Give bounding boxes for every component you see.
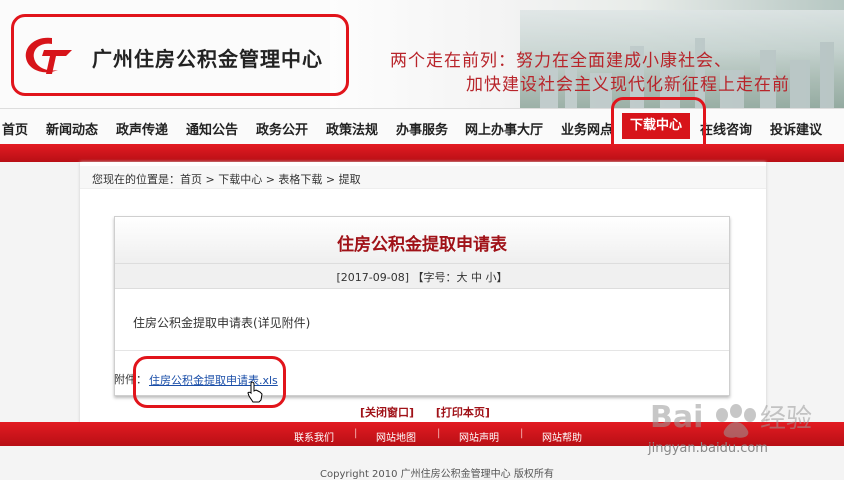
- nav-item-regulations[interactable]: 政策法规: [326, 119, 378, 138]
- svg-text:Bai: Bai: [650, 400, 703, 435]
- article-meta-bar: [2017-09-08] 【字号：大 中 小】: [115, 264, 729, 289]
- article-title: 住房公积金提取申请表: [337, 235, 507, 255]
- nav-item-complaints[interactable]: 投诉建议: [770, 119, 822, 138]
- main-nav: 首页 新闻动态 政声传递 通知公告 政务公开 政策法规 办事服务 网上办事大厅 …: [0, 108, 844, 145]
- nav-item-branches[interactable]: 业务网点: [561, 119, 613, 138]
- article-meta[interactable]: [2017-09-08] 【字号：大 中 小】: [115, 269, 729, 285]
- footer-link-help[interactable]: 网站帮助: [542, 429, 582, 444]
- slogan-line-1: 两个走在前列：努力在全面建成小康社会、: [390, 51, 732, 71]
- breadcrumb: 您现在的位置是：首页 > 下载中心 > 表格下载 > 提取: [80, 166, 766, 189]
- footer-separator: |: [437, 428, 441, 439]
- nav-item-services[interactable]: 办事服务: [396, 119, 448, 138]
- article-body: 住房公积金提取申请表(详见附件): [133, 316, 311, 330]
- nav-red-bar: [0, 144, 844, 162]
- attachment-divider: [115, 350, 729, 351]
- nav-item-online-hall[interactable]: 网上办事大厅: [465, 119, 543, 138]
- footer-link-statement[interactable]: 网站声明: [459, 429, 499, 444]
- baidu-watermark-url: jingyan.baidu.com: [648, 441, 768, 456]
- nav-item-consult[interactable]: 在线咨询: [700, 119, 752, 138]
- mouse-pointer-icon: [247, 381, 263, 403]
- nav-item-notices[interactable]: 通知公告: [186, 119, 238, 138]
- svg-text:经验: 经验: [760, 404, 812, 434]
- footer-link-contact[interactable]: 联系我们: [294, 429, 334, 444]
- nav-item-policy-voice[interactable]: 政声传递: [116, 119, 168, 138]
- article-title-bar: 住房公积金提取申请表: [115, 217, 729, 264]
- nav-item-news[interactable]: 新闻动态: [46, 119, 98, 138]
- footer-separator: |: [520, 428, 524, 439]
- nav-item-home[interactable]: 首页: [2, 119, 28, 138]
- article-actions: [关闭窗口] [打印本页]: [360, 404, 508, 420]
- logo-highlight-box: [11, 14, 349, 96]
- print-page-link[interactable]: [打印本页]: [436, 406, 490, 419]
- slogan-line-2: 加快建设社会主义现代化新征程上走在前: [466, 75, 790, 95]
- attachment-highlight-box: [133, 356, 286, 408]
- close-window-link[interactable]: [关闭窗口]: [360, 406, 414, 419]
- breadcrumb-text[interactable]: 您现在的位置是：首页 > 下载中心 > 表格下载 > 提取: [92, 171, 361, 187]
- footer-link-sitemap[interactable]: 网站地图: [376, 429, 416, 444]
- footer-separator: |: [354, 428, 358, 439]
- nav-item-gov-affairs[interactable]: 政务公开: [256, 119, 308, 138]
